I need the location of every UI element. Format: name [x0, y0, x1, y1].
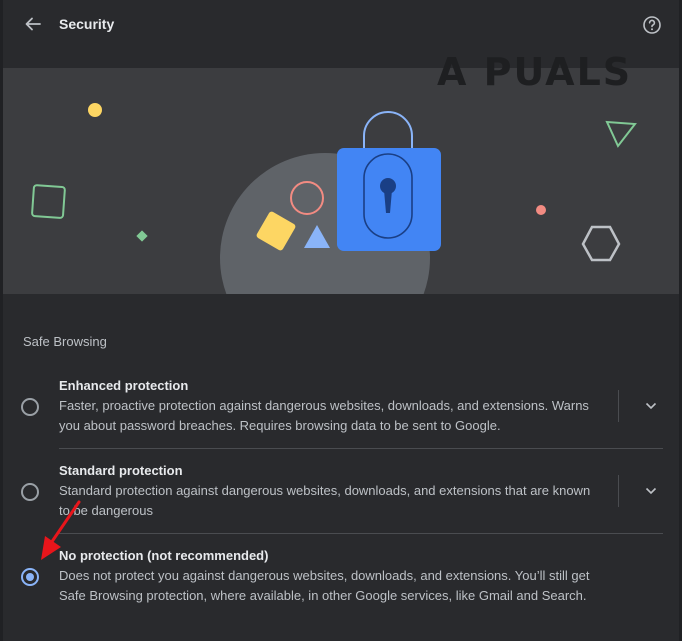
option-description: Faster, proactive protection against dan… — [59, 398, 589, 433]
chevron-down-icon — [645, 487, 657, 495]
expand-standard-button[interactable] — [639, 479, 663, 503]
divider — [618, 475, 619, 507]
divider — [59, 448, 663, 449]
green-diamond-shape — [136, 230, 148, 242]
watermark-text: A PUALS — [437, 50, 633, 94]
back-button[interactable] — [19, 10, 47, 38]
yellow-dot-shape — [88, 103, 102, 117]
lock-icon — [337, 111, 441, 251]
option-title: Enhanced protection — [59, 378, 189, 393]
option-description: Standard protection against dangerous we… — [59, 483, 591, 518]
expand-enhanced-button[interactable] — [639, 394, 663, 418]
option-standard-protection[interactable]: Standard protection Standard protection … — [3, 463, 679, 533]
option-title: Standard protection — [59, 463, 183, 478]
help-circle-icon — [643, 16, 661, 34]
divider — [59, 533, 663, 534]
radio-standard-protection[interactable] — [21, 483, 39, 501]
chevron-down-icon — [645, 402, 657, 410]
help-button[interactable] — [639, 12, 665, 38]
option-enhanced-protection[interactable]: Enhanced protection Faster, proactive pr… — [3, 378, 679, 448]
radio-enhanced-protection[interactable] — [21, 398, 39, 416]
option-description: Does not protect you against dangerous w… — [59, 568, 590, 603]
red-dot-shape — [536, 205, 546, 215]
security-illustration — [3, 68, 679, 294]
option-title: No protection (not recommended) — [59, 548, 269, 563]
green-triangle-shape — [605, 120, 637, 148]
divider — [618, 390, 619, 422]
security-settings-page: Security A PUALS Safe Browsing Enhanced … — [3, 0, 679, 641]
radio-no-protection[interactable] — [21, 568, 39, 586]
section-title-safe-browsing: Safe Browsing — [23, 334, 107, 349]
arrow-left-icon — [25, 17, 41, 31]
page-title: Security — [59, 16, 115, 32]
option-no-protection[interactable]: No protection (not recommended) Does not… — [3, 548, 679, 618]
gray-hexagon-shape — [581, 225, 621, 262]
green-square-shape — [31, 184, 66, 219]
